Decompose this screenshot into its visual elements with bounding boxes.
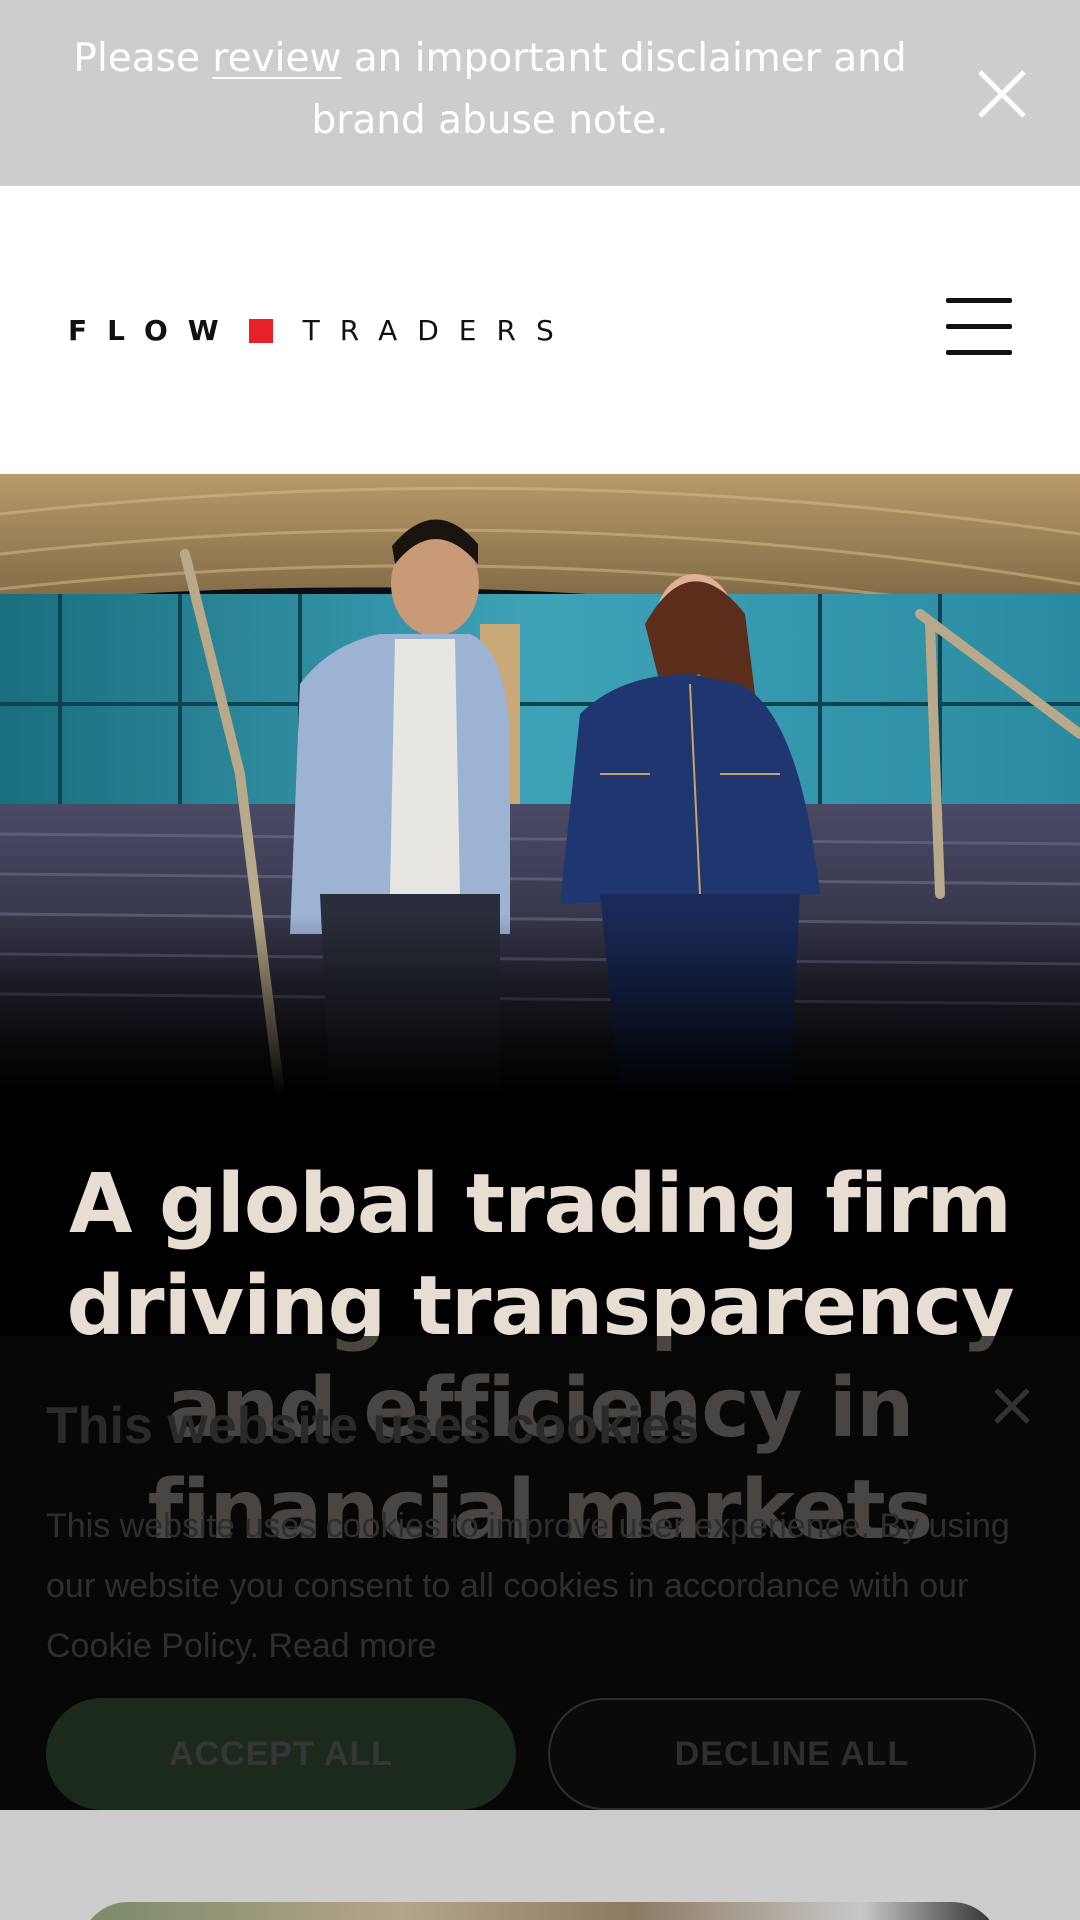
decline-all-button[interactable]: DECLINE ALL bbox=[548, 1698, 1036, 1810]
read-more-link[interactable]: Read more bbox=[268, 1627, 436, 1665]
close-icon bbox=[978, 70, 1026, 118]
menu-line bbox=[946, 324, 1012, 329]
page: Please review an important disclaimer an… bbox=[0, 0, 1080, 1920]
logo-word-traders: TRADERS bbox=[302, 314, 574, 347]
cookie-body: This website uses cookies to improve use… bbox=[46, 1496, 1036, 1676]
disclaimer-text: Please review an important disclaimer an… bbox=[60, 28, 920, 152]
hero-photo bbox=[0, 474, 1080, 1094]
hamburger-menu-icon[interactable] bbox=[946, 298, 1012, 356]
review-link[interactable]: review bbox=[212, 36, 341, 81]
accept-all-button[interactable]: ACCEPT ALL bbox=[46, 1698, 516, 1810]
logo-word-flow: FLOW bbox=[68, 314, 239, 347]
disclaimer-text-after: an important disclaimer and brand abuse … bbox=[311, 36, 907, 143]
disclaimer-text-before: Please bbox=[73, 36, 213, 81]
menu-line bbox=[946, 350, 1012, 355]
disclaimer-close-button[interactable] bbox=[974, 66, 1030, 122]
close-icon bbox=[994, 1388, 1030, 1424]
logo-red-square bbox=[248, 319, 273, 343]
cookie-close-button[interactable] bbox=[990, 1384, 1034, 1428]
menu-line bbox=[946, 298, 1012, 303]
site-header: FLOW TRADERS bbox=[0, 186, 1080, 474]
disclaimer-bar: Please review an important disclaimer an… bbox=[0, 0, 1080, 186]
cookie-banner: This website uses cookies This website u… bbox=[0, 1336, 1080, 1810]
flow-traders-logo[interactable]: FLOW TRADERS bbox=[68, 316, 574, 346]
bottom-image-card bbox=[80, 1902, 1000, 1920]
bottom-section bbox=[0, 1810, 1080, 1920]
cookie-body-text: This website uses cookies to improve use… bbox=[46, 1507, 1010, 1665]
cookie-title: This website uses cookies bbox=[46, 1397, 700, 1455]
